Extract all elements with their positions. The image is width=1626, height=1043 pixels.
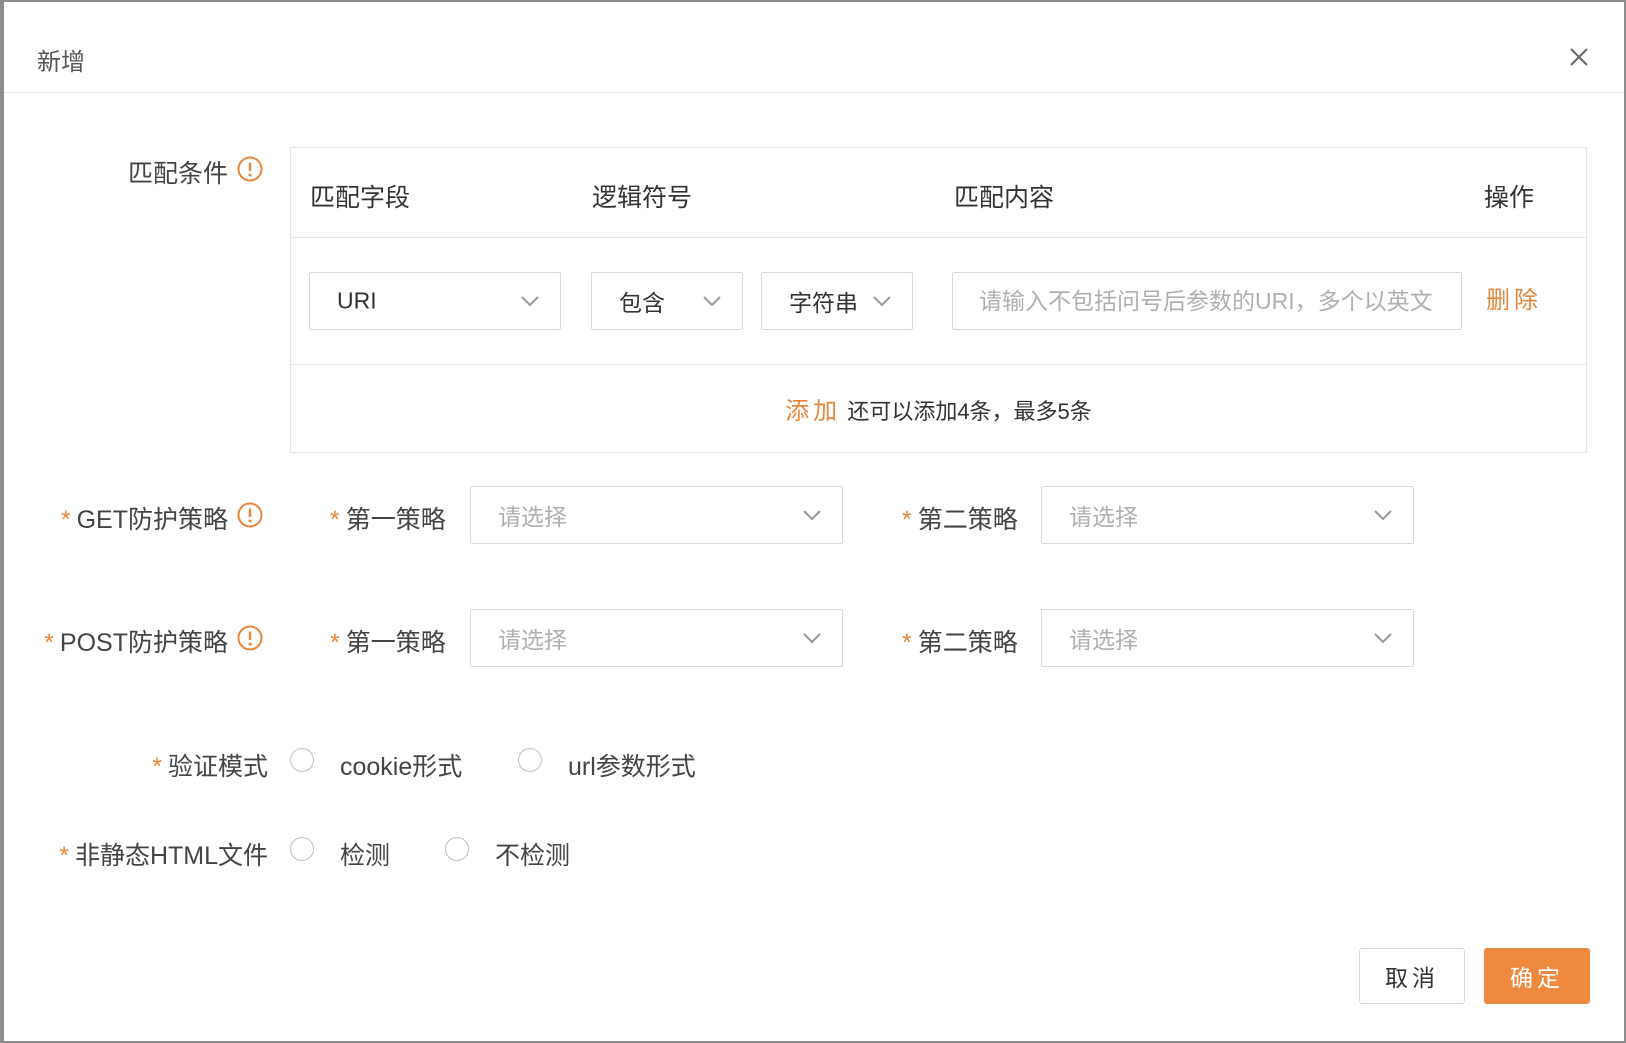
header-logic-symbol: 逻辑符号 bbox=[592, 184, 693, 212]
post-first-policy-select[interactable]: 请选择 bbox=[470, 609, 843, 667]
chevron-down-icon bbox=[1374, 510, 1392, 521]
delete-row-link[interactable]: 删除 bbox=[1486, 280, 1542, 315]
get-first-policy-placeholder: 请选择 bbox=[498, 504, 567, 530]
post-second-policy-placeholder: 请选择 bbox=[1069, 627, 1138, 653]
post-first-policy-label: * 第一策略 bbox=[330, 629, 446, 657]
required-asterisk: * bbox=[44, 629, 54, 657]
match-condition-table: 匹配字段 逻辑符号 匹配内容 操作 URI 包含 字符串 删除 添加 还可以添加… bbox=[290, 147, 1587, 453]
match-field-value: URI bbox=[337, 287, 377, 314]
chevron-down-icon bbox=[803, 510, 821, 521]
non-static-html-detect-radio[interactable] bbox=[290, 837, 314, 861]
match-content-input[interactable] bbox=[952, 272, 1462, 330]
info-circle-icon bbox=[237, 625, 263, 651]
chevron-down-icon bbox=[803, 633, 821, 644]
logic-symbol-select[interactable]: 包含 bbox=[591, 272, 743, 330]
match-condition-label: 匹配条件 bbox=[127, 160, 228, 188]
required-asterisk: * bbox=[59, 842, 69, 870]
chevron-down-icon bbox=[1374, 633, 1392, 644]
close-icon[interactable] bbox=[1568, 46, 1590, 68]
match-field-select[interactable]: URI bbox=[309, 272, 561, 330]
get-first-policy-select[interactable]: 请选择 bbox=[470, 486, 843, 544]
logic-symbol-value: 包含 bbox=[619, 290, 665, 316]
add-row-area: 添加 还可以添加4条，最多5条 bbox=[291, 391, 1586, 426]
header-action: 操作 bbox=[1484, 184, 1535, 212]
verify-mode-url-label[interactable]: url参数形式 bbox=[568, 747, 696, 783]
add-row-link[interactable]: 添加 bbox=[785, 398, 841, 425]
get-second-policy-label: * 第二策略 bbox=[902, 506, 1018, 534]
get-policy-label: * GET防护策略 bbox=[60, 506, 228, 534]
chevron-down-icon bbox=[521, 296, 539, 307]
cancel-button[interactable]: 取消 bbox=[1359, 948, 1465, 1004]
dialog-title: 新增 bbox=[37, 49, 85, 76]
non-static-html-label: * 非静态HTML文件 bbox=[59, 842, 268, 870]
get-first-policy-label: * 第一策略 bbox=[330, 506, 446, 534]
non-static-html-nodetect-label[interactable]: 不检测 bbox=[495, 836, 570, 872]
value-type-select[interactable]: 字符串 bbox=[761, 272, 913, 330]
add-dialog: 新增 匹配条件 匹配字段 逻辑符号 匹配内容 操作 URI 包含 字符串 删除 bbox=[4, 2, 1624, 1041]
verify-mode-cookie-label[interactable]: cookie形式 bbox=[340, 747, 462, 783]
post-second-policy-label: * 第二策略 bbox=[902, 629, 1018, 657]
non-static-html-nodetect-radio[interactable] bbox=[445, 837, 469, 861]
required-asterisk: * bbox=[60, 506, 71, 534]
post-second-policy-select[interactable]: 请选择 bbox=[1041, 609, 1414, 667]
verify-mode-label: * 验证模式 bbox=[152, 753, 268, 781]
info-circle-icon bbox=[237, 502, 263, 528]
required-asterisk: * bbox=[152, 753, 162, 781]
get-second-policy-select[interactable]: 请选择 bbox=[1041, 486, 1414, 544]
non-static-html-detect-label[interactable]: 检测 bbox=[340, 836, 390, 872]
chevron-down-icon bbox=[703, 296, 721, 307]
info-circle-icon bbox=[237, 156, 263, 182]
confirm-button[interactable]: 确定 bbox=[1484, 948, 1590, 1004]
header-match-content: 匹配内容 bbox=[954, 184, 1055, 212]
post-first-policy-placeholder: 请选择 bbox=[498, 627, 567, 653]
table-divider bbox=[291, 237, 1586, 238]
add-row-hint: 还可以添加4条，最多5条 bbox=[847, 399, 1092, 424]
get-second-policy-placeholder: 请选择 bbox=[1069, 504, 1138, 530]
verify-mode-cookie-radio[interactable] bbox=[290, 748, 314, 772]
value-type-value: 字符串 bbox=[789, 290, 858, 316]
dialog-header: 新增 bbox=[4, 2, 1624, 93]
header-match-field: 匹配字段 bbox=[310, 184, 411, 212]
verify-mode-url-radio[interactable] bbox=[518, 748, 542, 772]
chevron-down-icon bbox=[873, 296, 891, 307]
table-divider bbox=[291, 364, 1586, 365]
post-policy-label: * POST防护策略 bbox=[44, 629, 228, 657]
